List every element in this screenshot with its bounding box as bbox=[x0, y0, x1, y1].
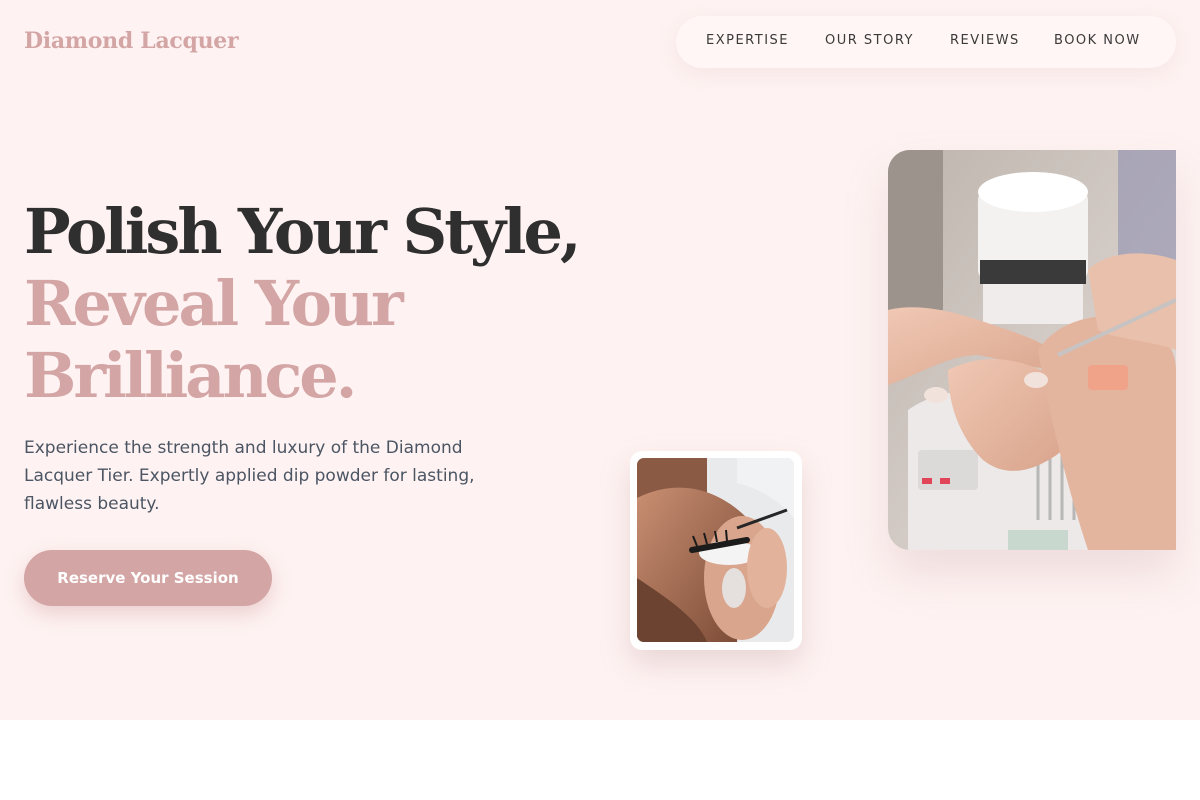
lash-extension-photo bbox=[637, 458, 794, 642]
headline-line-2: Reveal Your bbox=[24, 267, 404, 340]
nav-item-our-story[interactable]: OUR STORY bbox=[825, 33, 914, 48]
nav-item-book-now[interactable]: BOOK NOW bbox=[1054, 33, 1141, 48]
main-nav: EXPERTISE OUR STORY REVIEWS BOOK NOW bbox=[676, 16, 1176, 68]
nav-item-reviews[interactable]: REVIEWS bbox=[950, 33, 1020, 48]
hero-section: Diamond Lacquer EXPERTISE OUR STORY REVI… bbox=[0, 0, 1200, 720]
hero-description: Experience the strength and luxury of th… bbox=[24, 438, 475, 514]
nav-item-expertise[interactable]: EXPERTISE bbox=[706, 33, 789, 48]
hero-headline: Polish Your Style, Reveal Your Brillianc… bbox=[24, 196, 664, 412]
manicure-photo bbox=[888, 150, 1176, 550]
lash-photo-card bbox=[630, 451, 802, 650]
headline-line-1: Polish Your Style, bbox=[24, 195, 582, 268]
brand-logo[interactable]: Diamond Lacquer bbox=[24, 28, 239, 54]
reserve-session-button[interactable]: Reserve Your Session bbox=[24, 550, 272, 606]
headline-line-3: Brilliance. bbox=[24, 339, 357, 412]
